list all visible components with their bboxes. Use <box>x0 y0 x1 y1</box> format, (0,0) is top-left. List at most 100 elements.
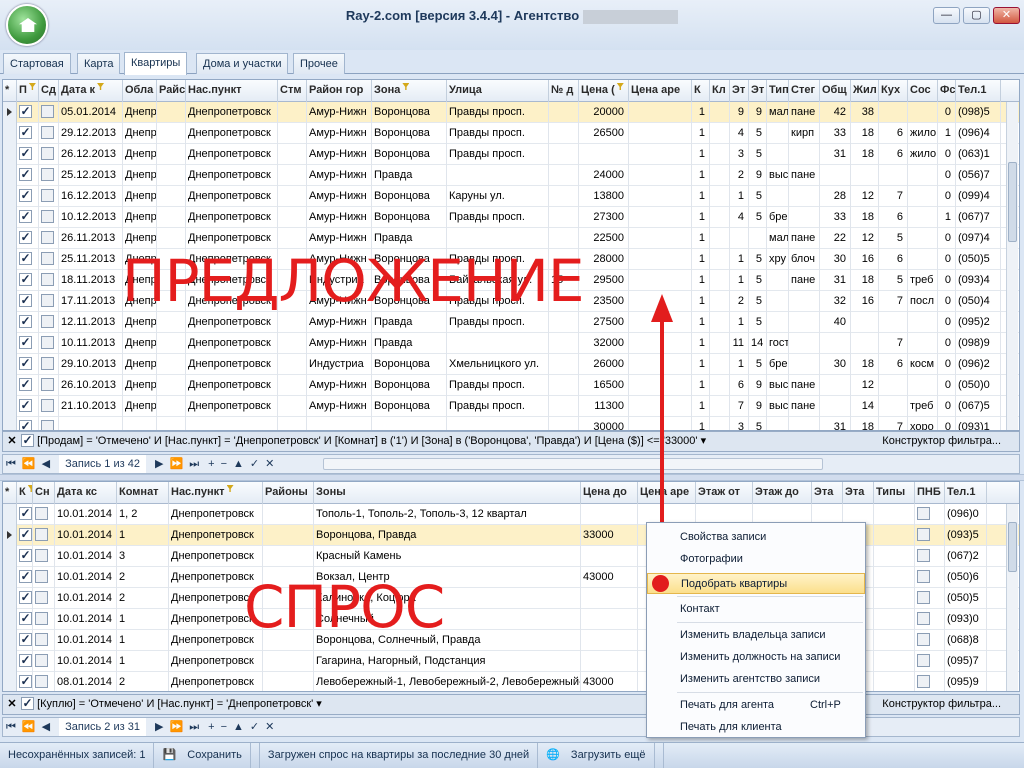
cell[interactable]: Днепр <box>123 354 157 375</box>
unchecked-checkbox[interactable] <box>41 125 54 139</box>
cell[interactable]: 1 <box>692 123 710 144</box>
cell[interactable] <box>915 588 945 609</box>
table-row[interactable]: ✓ 10.01.2014 2 Днепропетровск Калиновка, Коц… <box>3 588 1019 609</box>
unchecked-checkbox[interactable] <box>41 398 54 412</box>
cell[interactable]: 12.11.2013 <box>59 312 123 333</box>
unchecked-checkbox[interactable] <box>41 272 54 286</box>
cell[interactable]: Амур-Нижн <box>307 186 372 207</box>
cell[interactable] <box>908 207 938 228</box>
menu-item-change-agency[interactable]: Изменить агентство записи <box>647 669 865 690</box>
checked-checkbox[interactable]: ✓ <box>19 548 32 562</box>
cell[interactable]: 18.11.2013 <box>59 270 123 291</box>
cell[interactable]: ✓ <box>17 630 33 651</box>
cell[interactable]: 2 <box>117 672 169 691</box>
menu-item-match-apartments[interactable]: Подобрать квартиры <box>647 573 865 594</box>
cell[interactable] <box>767 123 789 144</box>
cell[interactable] <box>710 123 730 144</box>
cell[interactable] <box>629 102 692 123</box>
table-row[interactable]: ✓ 26.12.2013 Днепр Днепропетровск Амур-Нижн В… <box>3 144 1019 165</box>
cell[interactable]: (095)2 <box>956 312 1001 333</box>
checked-checkbox[interactable]: ✓ <box>19 314 32 328</box>
cell[interactable]: Индустриа <box>307 354 372 375</box>
cell[interactable]: 0 <box>938 312 956 333</box>
cell[interactable]: 17.11.2013 <box>59 291 123 312</box>
cell[interactable]: 23500 <box>579 291 629 312</box>
cell[interactable]: 5 <box>749 354 767 375</box>
cell[interactable]: 1, 2 <box>117 504 169 525</box>
cell[interactable] <box>33 588 55 609</box>
cell[interactable] <box>157 333 186 354</box>
cell[interactable] <box>263 672 314 691</box>
cell[interactable]: Амур-Нижн <box>307 312 372 333</box>
prev-page-icon[interactable]: ⏪ <box>22 718 36 736</box>
cell[interactable]: (067)7 <box>956 207 1001 228</box>
cell[interactable]: (096)0 <box>945 504 987 525</box>
table-row[interactable]: ✓ 10.01.2014 1 Днепропетровск Гагарина, Наго… <box>3 651 1019 672</box>
column-header[interactable]: Общ <box>820 80 851 102</box>
menu-item-record-properties[interactable]: Свойства записи <box>647 527 865 548</box>
cell[interactable]: Днепропетровск <box>169 651 263 672</box>
cell[interactable] <box>581 588 638 609</box>
column-header[interactable]: Сос <box>908 80 938 102</box>
cell[interactable] <box>33 651 55 672</box>
row-indicator[interactable] <box>3 567 17 588</box>
cell[interactable]: 1 <box>117 525 169 546</box>
cell[interactable]: Днепропетровск <box>169 504 263 525</box>
cell[interactable]: блоч <box>789 249 820 270</box>
column-header[interactable]: Зоны <box>314 482 581 504</box>
cell[interactable]: 5 <box>749 417 767 430</box>
cell[interactable]: 1 <box>692 417 710 430</box>
column-header[interactable]: Стег <box>789 80 820 102</box>
cell[interactable] <box>307 417 372 430</box>
cell[interactable] <box>710 228 730 249</box>
cell[interactable]: 30 <box>820 249 851 270</box>
cell[interactable] <box>549 417 579 430</box>
cell[interactable] <box>447 228 549 249</box>
menu-item-contact[interactable]: Контакт <box>647 599 865 620</box>
cell[interactable] <box>820 165 851 186</box>
cell[interactable]: ✓ <box>17 270 39 291</box>
filter-dropdown-icon[interactable]: ▾ <box>316 698 322 710</box>
cell[interactable]: 9 <box>749 375 767 396</box>
cell[interactable]: Днепропетровск <box>186 102 278 123</box>
cell[interactable]: ✓ <box>17 333 39 354</box>
column-header[interactable]: Сд <box>39 80 59 102</box>
cell[interactable]: Амур-Нижн <box>307 102 372 123</box>
cell[interactable]: пане <box>789 270 820 291</box>
checked-checkbox[interactable]: ✓ <box>19 230 32 244</box>
row-indicator[interactable] <box>3 228 17 249</box>
cell[interactable]: 25.12.2013 <box>59 165 123 186</box>
cell[interactable]: Амур-Нижн <box>307 396 372 417</box>
cell[interactable]: выс <box>767 375 789 396</box>
cell[interactable] <box>39 270 59 291</box>
cell[interactable]: Гагарина, Нагорный, Подстанция <box>314 651 581 672</box>
cell[interactable]: 1 <box>692 333 710 354</box>
cell[interactable]: ✓ <box>17 504 33 525</box>
cell[interactable]: Правды просп. <box>447 123 549 144</box>
post-edit-icon[interactable]: ✓ <box>250 455 259 473</box>
close-button[interactable]: ✕ <box>993 7 1020 24</box>
cell[interactable] <box>278 333 307 354</box>
cell[interactable] <box>915 630 945 651</box>
row-indicator[interactable] <box>3 672 17 691</box>
cell[interactable] <box>767 270 789 291</box>
cell[interactable]: ✓ <box>17 375 39 396</box>
cell[interactable]: (050)6 <box>945 567 987 588</box>
cell[interactable]: 10.01.2014 <box>55 609 117 630</box>
cell[interactable]: Днепр <box>123 207 157 228</box>
cell[interactable] <box>581 630 638 651</box>
cell[interactable] <box>278 165 307 186</box>
column-header[interactable]: Жил <box>851 80 879 102</box>
cell[interactable]: 1 <box>117 651 169 672</box>
table-row[interactable]: ✓ 29.12.2013 Днепр Днепропетровск Амур-Нижн В… <box>3 123 1019 144</box>
cell[interactable] <box>39 165 59 186</box>
cell[interactable]: 3 <box>117 546 169 567</box>
table-row[interactable]: ✓ 10.01.2014 3 Днепропетровск Красный Камень… <box>3 546 1019 567</box>
column-header[interactable]: Фс <box>938 80 956 102</box>
cell[interactable] <box>39 102 59 123</box>
cell[interactable]: ✓ <box>17 249 39 270</box>
cell[interactable]: пане <box>789 102 820 123</box>
cell[interactable]: кирп <box>789 123 820 144</box>
row-indicator[interactable] <box>3 546 17 567</box>
next-page-icon[interactable]: ⏩ <box>169 718 183 736</box>
